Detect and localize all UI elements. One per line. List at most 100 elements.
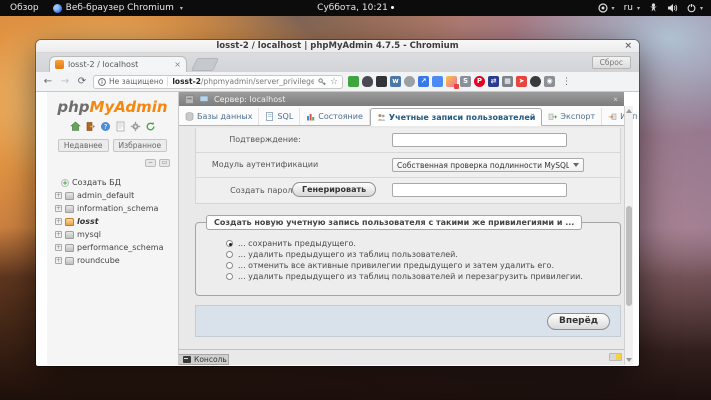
extension-icon[interactable] — [530, 76, 541, 87]
refresh-icon[interactable] — [145, 121, 156, 132]
chevron-down-icon: ▾ — [612, 5, 615, 12]
accessibility-menu[interactable] — [649, 3, 658, 13]
tree-item[interactable]: + performance_schema — [47, 241, 178, 254]
auth-plugin-value: Собственная проверка подлинности MySQL — [397, 161, 569, 170]
scroll-top-icon[interactable]: ⌅ — [612, 94, 619, 103]
generate-button[interactable]: Генерировать — [292, 182, 376, 197]
browser-window: losst-2 / localhost | phpMyAdmin 4.7.5 -… — [36, 40, 639, 366]
radio-icon[interactable] — [226, 251, 233, 258]
extension-icon[interactable]: ⇄ — [488, 76, 499, 87]
scrollbar-thumb[interactable] — [626, 206, 632, 306]
extension-icon[interactable]: ➤ — [516, 76, 527, 87]
extension-icon[interactable]: ◉ — [544, 76, 555, 87]
page-scrollbar[interactable] — [624, 106, 633, 365]
back-button[interactable]: ← — [42, 76, 54, 87]
breadcrumb-label[interactable]: Сервер: localhost — [214, 95, 285, 104]
collapse-all-button[interactable]: − — [145, 159, 156, 167]
radio-option[interactable]: ... удалить предыдущего из таблиц пользо… — [226, 271, 583, 282]
sql-doc-icon[interactable] — [115, 121, 126, 132]
extension-icon[interactable] — [432, 76, 443, 87]
database-icon — [65, 205, 74, 213]
radio-option[interactable]: ... отменить все активные привилегии пре… — [226, 260, 583, 271]
home-icon[interactable] — [70, 121, 81, 132]
expand-icon[interactable]: + — [55, 244, 62, 251]
radio-icon[interactable] — [226, 273, 233, 280]
auth-plugin-select[interactable]: Собственная проверка подлинности MySQL — [392, 158, 584, 172]
confirm-label: Подтверждение: — [210, 128, 320, 152]
language-label: ru — [624, 3, 633, 13]
expand-icon[interactable]: + — [55, 231, 62, 238]
extension-icon[interactable] — [362, 76, 373, 87]
tab-export[interactable]: Экспорт — [542, 108, 602, 125]
url-path: /phpmyadmin/server_privileges.php?userna… — [201, 77, 314, 86]
window-titlebar[interactable]: losst-2 / localhost | phpMyAdmin 4.7.5 -… — [36, 40, 639, 53]
extension-icon[interactable]: ↗ — [418, 76, 429, 87]
tab-sql[interactable]: SQL — [259, 108, 300, 125]
scroll-down-arrow-icon[interactable] — [626, 358, 632, 362]
badge — [454, 84, 459, 89]
browser-tab[interactable]: losst-2 / localhost × — [49, 56, 187, 72]
radio-option[interactable]: ... удалить предыдущего из таблиц пользо… — [226, 249, 583, 260]
reload-button[interactable]: ⟳ — [76, 76, 88, 87]
browser-menu-button[interactable]: ⋮ — [562, 77, 571, 87]
page-viewport: phpMyAdmin ? Недавнее Избранное − ▭ + — [37, 92, 638, 365]
scroll-up-arrow-icon[interactable] — [626, 109, 632, 113]
collapse-nav-button[interactable]: − — [185, 95, 194, 104]
key-icon[interactable] — [318, 78, 326, 86]
extension-icon[interactable] — [404, 76, 415, 87]
console-bar[interactable]: Консоль — [179, 354, 229, 365]
expand-icon[interactable]: + — [55, 257, 62, 264]
radio-icon[interactable] — [226, 240, 233, 247]
volume-menu[interactable] — [667, 3, 678, 13]
expand-icon[interactable]: + — [55, 218, 62, 225]
expand-icon[interactable]: + — [55, 205, 62, 212]
power-menu[interactable]: ▾ — [687, 3, 703, 13]
recent-select[interactable]: Недавнее — [58, 139, 109, 152]
tree-item[interactable]: + roundcube — [47, 254, 178, 267]
radio-icon[interactable] — [226, 262, 233, 269]
tree-item[interactable]: + losst — [47, 215, 178, 228]
link-databases-button[interactable]: ▭ — [159, 159, 170, 167]
logout-icon[interactable] — [85, 121, 96, 132]
tab-user-accounts[interactable]: Учетные записи пользователей — [370, 108, 543, 126]
screen-share-menu[interactable]: ▾ — [598, 3, 615, 13]
new-database-item[interactable]: + Создать БД — [47, 176, 178, 189]
radio-option[interactable]: ... сохранить предыдущего. — [226, 238, 583, 249]
gear-icon[interactable] — [130, 121, 141, 132]
extension-icon[interactable] — [446, 76, 457, 87]
docs-icon[interactable]: ? — [100, 121, 111, 132]
page-settings-icon[interactable] — [609, 353, 622, 361]
keyboard-layout-menu[interactable]: ru ▾ — [624, 3, 640, 13]
extension-icon[interactable]: w — [390, 76, 401, 87]
generated-password-input[interactable] — [392, 183, 567, 197]
pma-nav-icons: ? — [47, 121, 178, 132]
expand-icon[interactable]: + — [55, 192, 62, 199]
fieldset-legend-button[interactable]: Создать новую учетную запись пользовател… — [206, 215, 582, 230]
extension-icon[interactable] — [376, 76, 387, 87]
extension-icon[interactable] — [348, 76, 359, 87]
new-tab-button[interactable] — [191, 58, 219, 71]
tree-item[interactable]: + mysql — [47, 228, 178, 241]
favorites-select[interactable]: Избранное — [113, 139, 168, 152]
reset-button[interactable]: Сброс — [592, 56, 631, 69]
tree-label: information_schema — [77, 204, 158, 213]
address-bar[interactable]: Не защищено losst-2/phpmyadmin/server_pr… — [93, 75, 343, 89]
tab-close-button[interactable]: × — [174, 60, 181, 69]
tab-status[interactable]: Состояние — [300, 108, 370, 125]
go-button[interactable]: Вперёд — [547, 313, 610, 330]
tree-item[interactable]: + admin_default — [47, 189, 178, 202]
record-icon — [598, 3, 608, 13]
forward-button[interactable]: → — [59, 76, 71, 87]
pma-logo[interactable]: phpMyAdmin — [47, 98, 178, 116]
security-chip[interactable]: Не защищено — [98, 77, 168, 86]
window-close-button[interactable]: × — [624, 40, 632, 53]
bookmark-star-icon[interactable]: ☆ — [330, 77, 338, 87]
extension-icon[interactable]: P — [474, 76, 485, 87]
confirm-password-input[interactable] — [392, 133, 567, 147]
tab-databases[interactable]: Базы данных — [179, 108, 259, 125]
radio-label: ... сохранить предыдущего. — [238, 239, 356, 248]
extension-icon[interactable]: S — [460, 76, 471, 87]
tree-item[interactable]: + information_schema — [47, 202, 178, 215]
export-icon — [548, 112, 557, 121]
extension-icon[interactable]: ▦ — [502, 76, 513, 87]
